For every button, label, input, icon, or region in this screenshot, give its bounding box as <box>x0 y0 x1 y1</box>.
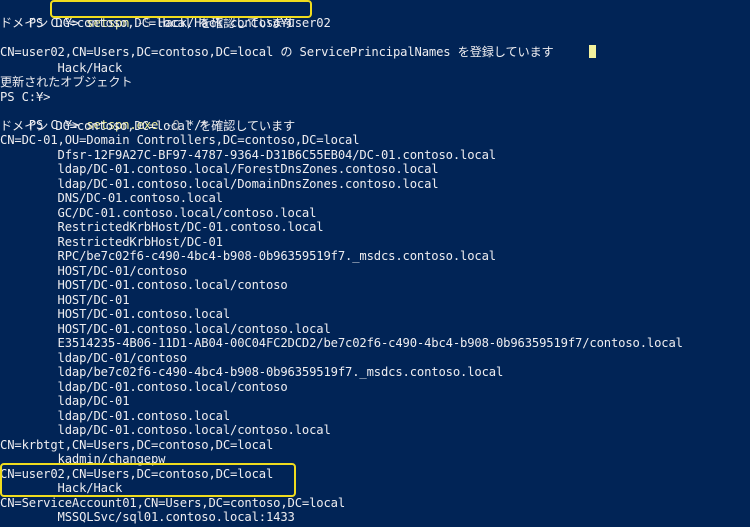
output-line: ldap/DC-01.contoso.local/DomainDnsZones.… <box>0 177 439 191</box>
output-line: CN=DC-01,OU=Domain Controllers,DC=contos… <box>0 133 360 147</box>
console-window[interactable]: PS C:¥> setspn -S Hack/Hack contoso¥user… <box>0 0 750 527</box>
prompt-empty: PS C:¥> <box>0 90 51 104</box>
output-line: CN=krbtgt,CN=Users,DC=contoso,DC=local <box>0 438 274 452</box>
highlight-box-user02-spn <box>0 463 296 497</box>
output-line: ldap/DC-01.contoso.local/ForestDnsZones.… <box>0 162 439 176</box>
highlight-box-command <box>50 0 312 18</box>
output-line: DNS/DC-01.contoso.local <box>0 191 223 205</box>
output-line: ldap/DC-01.contoso.local <box>0 409 231 423</box>
output-line: HOST/DC-01.contoso.local <box>0 307 231 321</box>
output-line: Dfsr-12F9A27C-BF97-4787-9364-D31B6C55EB0… <box>0 148 497 162</box>
output-line: ldap/DC-01.contoso.local/contoso <box>0 380 288 394</box>
output-line: GC/DC-01.contoso.local/contoso.local <box>0 206 317 220</box>
output-line: E3514235-4B06-11D1-AB04-00C04FC2DCD2/be7… <box>0 336 683 350</box>
output-line: ldap/DC-01/contoso <box>0 351 188 365</box>
output-line: HOST/DC-01 <box>0 293 130 307</box>
output-line: HOST/DC-01/contoso <box>0 264 188 278</box>
output-line: 更新されたオブジェクト <box>0 75 133 89</box>
command-line-setspn-q: PS C:¥> setspn.exe -Q */* <box>0 104 209 132</box>
output-line: HOST/DC-01.contoso.local/contoso <box>0 278 288 292</box>
output-line: RestrictedKrbHost/DC-01.contoso.local <box>0 220 324 234</box>
output-line: RestrictedKrbHost/DC-01 <box>0 235 223 249</box>
output-line: CN=ServiceAccount01,CN=Users,DC=contoso,… <box>0 496 345 510</box>
output-line: ldap/be7c02f6-c490-4bc4-b908-0b96359519f… <box>0 365 504 379</box>
output-line: ldap/DC-01.contoso.local/contoso.local <box>0 423 331 437</box>
output-line: ドメイン DC=contoso,DC=local を確認しています <box>0 119 296 133</box>
output-line: MSSQLSvc/sql01.contoso.local:1433 <box>0 510 295 524</box>
output-line: ldap/DC-01 <box>0 394 130 408</box>
output-line: Hack/Hack <box>0 61 123 75</box>
output-line: RPC/be7c02f6-c490-4bc4-b908-0b96359519f7… <box>0 249 497 263</box>
output-line: ドメイン DC=contoso,DC=local を確認しています <box>0 16 296 30</box>
output-line: CN=user02,CN=Users,DC=contoso,DC=local の… <box>0 45 554 59</box>
output-line: HOST/DC-01.contoso.local/contoso.local <box>0 322 331 336</box>
text-cursor <box>589 45 596 58</box>
